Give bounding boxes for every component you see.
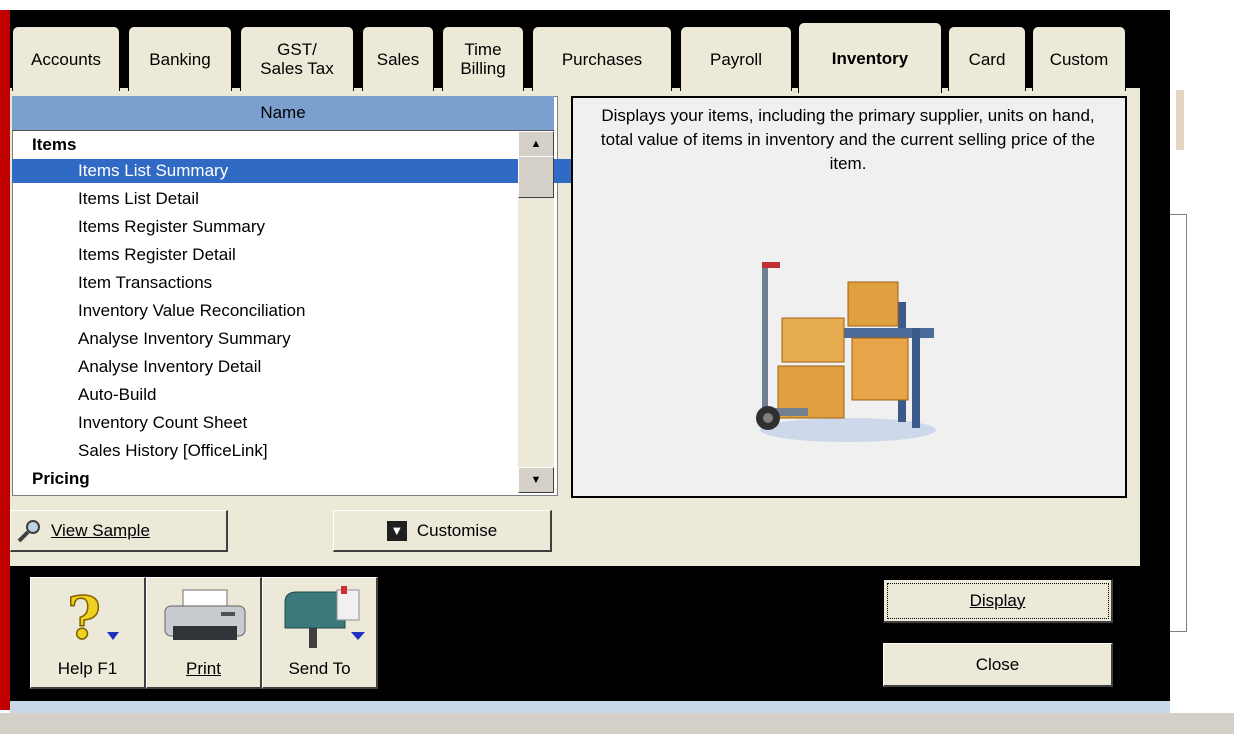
tab-sales[interactable]: Sales	[362, 26, 434, 91]
column-header-label: Name	[260, 103, 306, 122]
tab-accounts[interactable]: Accounts	[12, 26, 120, 91]
window-edge	[0, 10, 10, 710]
hand-truck-boxes-icon	[756, 262, 936, 442]
window-bottom-border	[10, 701, 1170, 713]
tab-label: Sales	[376, 49, 420, 69]
customise-label: Customise	[416, 520, 498, 540]
display-button[interactable]: Display	[883, 579, 1113, 623]
status-bar	[0, 713, 1234, 734]
tab-label: Banking	[149, 49, 211, 69]
report-description: Displays your items, including the prima…	[600, 106, 1096, 173]
list-item[interactable]: Items List Detail	[12, 187, 583, 211]
tab-banking[interactable]: Banking	[128, 26, 232, 91]
list-group-pricing[interactable]: Pricing	[12, 467, 537, 491]
print-label: Print	[186, 659, 221, 678]
tab-gst-sales-tax[interactable]: GST/ Sales Tax	[240, 26, 354, 91]
help-label: Help F1	[57, 659, 118, 678]
tab-card[interactable]: Card	[948, 26, 1026, 91]
list-group-items[interactable]: Items	[12, 133, 537, 157]
list-item[interactable]: Sales History [OfficeLink]	[12, 439, 583, 463]
tab-time-billing[interactable]: Time Billing	[442, 26, 524, 91]
svg-text:?: ?	[67, 588, 101, 646]
list-item-selected[interactable]: Items List Summary	[12, 159, 583, 183]
print-button[interactable]: Print	[146, 577, 262, 689]
tab-label: GST/ Sales Tax	[260, 40, 334, 78]
list-item[interactable]: Inventory Value Reconciliation	[12, 299, 583, 323]
tab-label: Time Billing	[460, 40, 506, 78]
view-sample-button[interactable]: View Sample	[10, 510, 228, 552]
close-label: Close	[975, 654, 1020, 674]
help-button[interactable]: ? Help F1	[30, 577, 146, 689]
list-item[interactable]: Items Register Summary	[12, 215, 583, 239]
send-to-label: Send To	[288, 659, 351, 678]
customise-button[interactable]: ▼ Customise	[333, 510, 552, 552]
tab-purchases[interactable]: Purchases	[532, 26, 672, 91]
scroll-thumb[interactable]	[518, 156, 554, 198]
background-window-fragment	[1176, 90, 1184, 150]
view-sample-label: View Sample	[51, 520, 150, 540]
list-item[interactable]: Items Register Detail	[12, 243, 583, 267]
close-button[interactable]: Close	[883, 643, 1113, 687]
tab-label: Purchases	[561, 49, 643, 69]
send-to-button[interactable]: Send To	[262, 577, 378, 689]
tab-payroll[interactable]: Payroll	[680, 26, 792, 91]
scroll-up-icon[interactable]: ▲	[518, 131, 554, 157]
tab-custom[interactable]: Custom	[1032, 26, 1126, 91]
background-window-panel	[1170, 214, 1187, 632]
scroll-down-icon[interactable]: ▼	[518, 467, 554, 493]
mailbox-icon	[284, 586, 365, 648]
list-item[interactable]: Analyse Inventory Detail	[12, 355, 583, 379]
magnifier-icon	[15, 519, 45, 543]
list-item[interactable]: Inventory Count Sheet	[12, 411, 583, 435]
tab-label: Payroll	[710, 49, 762, 69]
list-item[interactable]: Item Transactions	[12, 271, 583, 295]
tab-inventory[interactable]: Inventory	[798, 22, 942, 93]
list-item[interactable]: Auto-Build	[12, 383, 583, 407]
list-item[interactable]: Analyse Inventory Summary	[12, 327, 583, 351]
display-label: Display	[969, 590, 1026, 610]
list-column-header[interactable]: Name	[12, 96, 554, 131]
tab-label: Custom	[1049, 49, 1109, 69]
tab-label: Accounts	[31, 49, 101, 69]
filter-icon: ▼	[386, 520, 407, 541]
tab-label: Card	[968, 49, 1006, 69]
printer-icon	[164, 589, 246, 640]
tab-label: Inventory	[831, 48, 909, 68]
question-mark-icon: ?	[66, 588, 119, 646]
